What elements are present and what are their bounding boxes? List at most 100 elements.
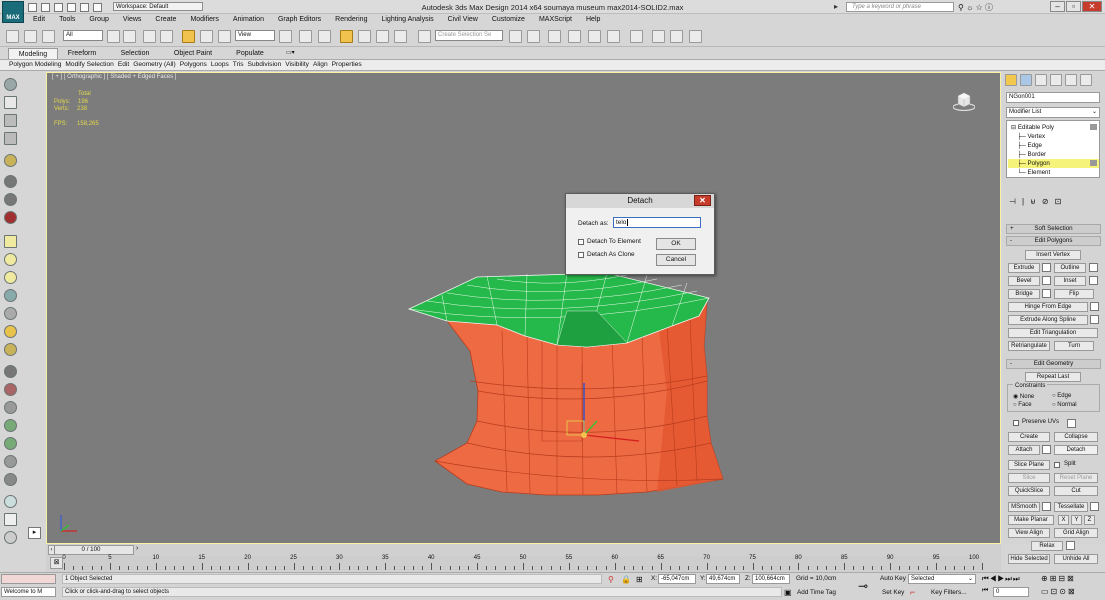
insert-vertex-button[interactable]: Insert Vertex bbox=[1025, 250, 1081, 260]
modifier-list-dropdown[interactable]: Modifier List ⌄ bbox=[1006, 107, 1100, 118]
ribbon-options-icon[interactable]: ▭▾ bbox=[280, 48, 298, 59]
plant-icon[interactable] bbox=[4, 437, 17, 450]
repeat-last-button[interactable]: Repeat Last bbox=[1025, 372, 1081, 382]
slice-plane-button[interactable]: Slice Plane bbox=[1008, 460, 1050, 470]
help-search-input[interactable]: Type a keyword or phrase bbox=[846, 2, 954, 12]
toolbar-icon-25[interactable] bbox=[4, 531, 17, 544]
panel-visibility[interactable]: Visibility bbox=[283, 60, 311, 70]
menu-modifiers[interactable]: Modifiers bbox=[183, 14, 225, 26]
maximize-button[interactable]: ▫ bbox=[1066, 1, 1081, 12]
tab-freeform[interactable]: Freeform bbox=[60, 48, 104, 59]
box-icon[interactable] bbox=[4, 235, 17, 248]
absolute-mode-icon[interactable]: ⊞ bbox=[636, 575, 643, 584]
detach-button[interactable]: Detach bbox=[1054, 445, 1098, 455]
graphite-toggle-icon[interactable] bbox=[568, 30, 581, 43]
tab-populate[interactable]: Populate bbox=[228, 48, 272, 59]
toolbar-icon-7[interactable] bbox=[4, 193, 17, 206]
panel-edit[interactable]: Edit bbox=[116, 60, 131, 70]
tab-selection[interactable]: Selection bbox=[112, 48, 158, 59]
display-tab-icon[interactable] bbox=[1065, 74, 1077, 86]
render-setup-icon[interactable] bbox=[652, 30, 665, 43]
render-production-icon[interactable] bbox=[689, 30, 702, 43]
viewport-label[interactable]: [ + ] [ Orthographic ] [ Shaded + Edged … bbox=[52, 74, 176, 80]
toolbar-icon-16[interactable] bbox=[4, 365, 17, 378]
unhide-all-button[interactable]: Unhide All bbox=[1054, 554, 1098, 564]
window-crossing-icon[interactable] bbox=[160, 30, 173, 43]
panel-align[interactable]: Align bbox=[311, 60, 330, 70]
y-coordinate-field[interactable]: 49,674cm bbox=[706, 574, 740, 584]
set-key-button[interactable]: Set Key bbox=[882, 589, 904, 596]
stack-item-polygon[interactable]: ├─ Polygon bbox=[1017, 160, 1050, 167]
extrude-spline-settings-icon[interactable] bbox=[1090, 315, 1099, 324]
stack-item-edge[interactable]: ├─ Edge bbox=[1017, 142, 1042, 149]
inset-settings-icon[interactable] bbox=[1089, 276, 1098, 285]
key-filters-button[interactable]: Key Filters... bbox=[931, 589, 967, 596]
hinge-from-edge-button[interactable]: Hinge From Edge bbox=[1008, 302, 1088, 312]
detach-as-input[interactable]: telo bbox=[613, 217, 701, 228]
snaps-toggle-icon[interactable] bbox=[340, 30, 353, 43]
make-planar-button[interactable]: Make Planar bbox=[1008, 515, 1054, 525]
maxscript-listener-top[interactable] bbox=[1, 574, 56, 584]
planar-y-button[interactable]: Y bbox=[1071, 515, 1082, 525]
edit-geometry-rollout[interactable]: - Edit Geometry bbox=[1006, 359, 1101, 369]
split-checkbox[interactable] bbox=[1054, 462, 1060, 468]
toolbar-icon-19[interactable] bbox=[4, 419, 17, 432]
hierarchy-tab-icon[interactable] bbox=[1035, 74, 1047, 86]
sphere-icon[interactable] bbox=[4, 253, 17, 266]
tessellate-settings-icon[interactable] bbox=[1090, 502, 1099, 511]
layer-manager-icon[interactable] bbox=[548, 30, 561, 43]
rectangular-selection-icon[interactable] bbox=[143, 30, 156, 43]
select-and-move-icon[interactable] bbox=[182, 30, 195, 43]
spinner-snap-icon[interactable] bbox=[394, 30, 407, 43]
reference-coordinate-dropdown[interactable]: View bbox=[235, 30, 275, 41]
slice-button[interactable]: Slice bbox=[1008, 473, 1050, 483]
menu-edit[interactable]: Edit bbox=[26, 14, 52, 26]
menu-views[interactable]: Views bbox=[116, 14, 149, 26]
retriangulate-button[interactable]: Retriangulate bbox=[1008, 341, 1050, 351]
inset-button[interactable]: Inset bbox=[1054, 276, 1086, 286]
toolbar-icon-6[interactable] bbox=[4, 175, 17, 188]
cancel-button[interactable]: Cancel bbox=[656, 254, 696, 266]
relax-button[interactable]: Relax bbox=[1031, 541, 1063, 551]
teapot-icon[interactable] bbox=[4, 289, 17, 302]
menu-graph-editors[interactable]: Graph Editors bbox=[271, 14, 328, 26]
time-slider-next-icon[interactable]: › bbox=[136, 545, 138, 552]
align-icon[interactable] bbox=[527, 30, 540, 43]
set-key-icon[interactable]: ⌐ bbox=[910, 587, 915, 597]
toolbar-icon-1[interactable] bbox=[4, 78, 17, 91]
preserve-uvs-checkbox[interactable] bbox=[1013, 420, 1019, 426]
create-tab-icon[interactable] bbox=[1005, 74, 1017, 86]
flip-button[interactable]: Flip bbox=[1054, 289, 1094, 299]
named-selection-set-input[interactable]: Create Selection Se bbox=[435, 30, 503, 41]
panel-properties[interactable]: Properties bbox=[330, 60, 364, 70]
mini-curve-editor-icon[interactable]: ⊠ bbox=[50, 557, 63, 569]
tab-object-paint[interactable]: Object Paint bbox=[166, 48, 220, 59]
quickslice-button[interactable]: QuickSlice bbox=[1008, 486, 1050, 496]
panel-polygon-modeling[interactable]: Polygon Modeling bbox=[7, 60, 63, 70]
add-time-tag[interactable]: Add Time Tag bbox=[797, 589, 836, 596]
material-editor-icon[interactable] bbox=[630, 30, 643, 43]
collapse-button[interactable]: Collapse bbox=[1054, 432, 1098, 442]
toolbar-icon-5[interactable] bbox=[4, 154, 17, 167]
bevel-button[interactable]: Bevel bbox=[1008, 276, 1040, 286]
hide-selected-button[interactable]: Hide Selected bbox=[1008, 554, 1050, 564]
outline-button[interactable]: Outline bbox=[1054, 263, 1086, 273]
close-window-button[interactable]: ✕ bbox=[1082, 1, 1102, 12]
maxscript-listener[interactable]: Welcome to M bbox=[1, 587, 56, 597]
toolbar-icon-8[interactable] bbox=[4, 211, 17, 224]
ngon-object[interactable] bbox=[407, 271, 737, 501]
menu-help[interactable]: Help bbox=[579, 14, 607, 26]
extrude-along-spline-button[interactable]: Extrude Along Spline bbox=[1008, 315, 1088, 325]
menu-create[interactable]: Create bbox=[148, 14, 183, 26]
select-and-rotate-icon[interactable] bbox=[200, 30, 213, 43]
utilities-tab-icon[interactable] bbox=[1080, 74, 1092, 86]
stack-tools-icons[interactable]: ⊣|⊌⊘⊡ bbox=[1009, 197, 1067, 206]
dialog-close-button[interactable]: ✕ bbox=[694, 195, 711, 206]
infocenter-icons[interactable]: ⚲ ☼ ☆ ⓘ bbox=[958, 2, 993, 13]
attach-button[interactable]: Attach bbox=[1008, 445, 1040, 455]
bind-spacewarp-icon[interactable] bbox=[42, 30, 55, 43]
edit-triangulation-button[interactable]: Edit Triangulation bbox=[1008, 328, 1098, 338]
target-icon[interactable] bbox=[4, 343, 17, 356]
angle-snap-icon[interactable] bbox=[358, 30, 371, 43]
panel-loops[interactable]: Loops bbox=[209, 60, 231, 70]
